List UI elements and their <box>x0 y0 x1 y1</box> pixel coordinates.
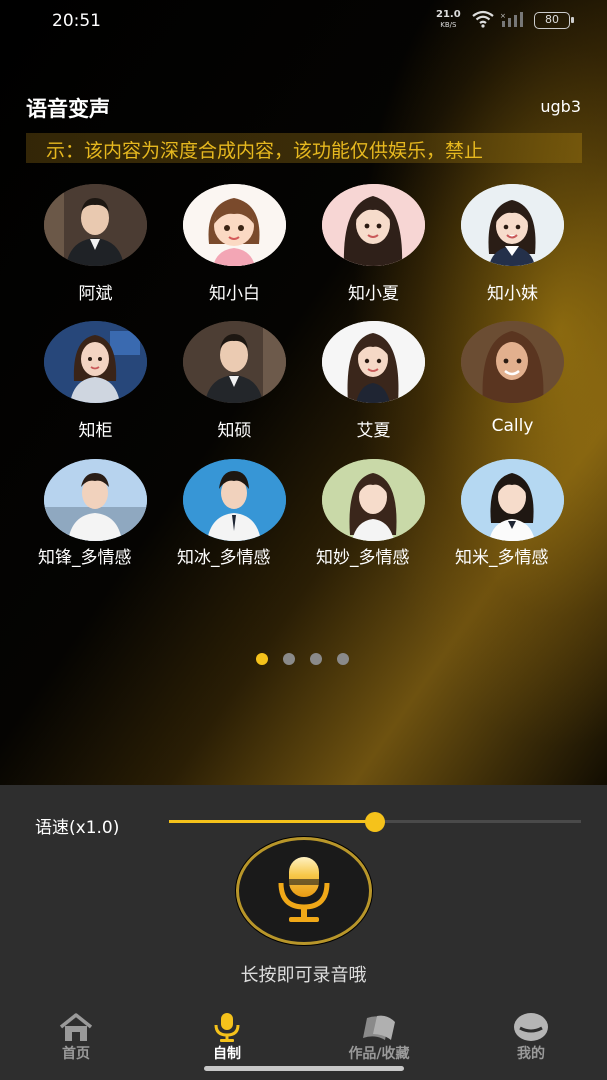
voice-card[interactable]: 知硕 <box>165 321 304 451</box>
voice-avatar <box>44 321 147 403</box>
wifi-icon <box>472 10 494 28</box>
voice-card[interactable]: 知妙_多情感 <box>304 459 443 589</box>
battery-icon: 80 <box>534 12 574 29</box>
speed-label: 语速(x1.0) <box>35 818 120 838</box>
pager-dot[interactable] <box>256 653 268 665</box>
voice-card[interactable]: 艾夏 <box>304 321 443 451</box>
notice-text: 示：该内容为深度合成内容，该功能仅供娱乐，禁止 <box>46 140 484 162</box>
voice-name: 艾夏 <box>356 421 391 441</box>
tab-works[interactable]: 作品/收藏 <box>324 1012 434 1063</box>
tab-create[interactable]: 自制 <box>172 1012 282 1063</box>
network-speed-unit: KB/S <box>440 21 457 29</box>
mic-icon <box>278 857 330 922</box>
voice-avatar <box>183 321 286 403</box>
voice-name: 知米_多情感 <box>455 548 549 568</box>
page-title: 语音变声 <box>26 97 110 121</box>
pager-dot[interactable] <box>310 653 322 665</box>
home-icon <box>59 1013 93 1041</box>
voice-card[interactable]: Cally <box>443 321 582 451</box>
mic-icon <box>214 1013 240 1042</box>
network-speed: 21.0 KB/S <box>436 10 461 30</box>
network-speed-value: 21.0 <box>436 9 461 20</box>
speed-slider-fill <box>169 820 375 823</box>
voice-card[interactable]: 知小妹 <box>443 184 582 314</box>
speed-slider-thumb[interactable] <box>365 812 385 832</box>
voice-avatar <box>322 184 425 266</box>
voice-avatar <box>44 184 147 266</box>
voice-name: 知柜 <box>78 421 113 441</box>
voice-name: 知冰_多情感 <box>177 548 271 568</box>
voice-avatar <box>461 184 564 266</box>
voice-card[interactable]: 知米_多情感 <box>443 459 582 589</box>
signal-icon: × <box>500 12 523 27</box>
tab-home[interactable]: 首页 <box>21 1012 131 1063</box>
voice-name: 知妙_多情感 <box>316 548 410 568</box>
voice-name: 阿斌 <box>78 284 113 304</box>
tab-profile[interactable]: 我的 <box>476 1012 586 1063</box>
voice-name: 知硕 <box>217 421 252 441</box>
tab-label: 自制 <box>213 1046 241 1062</box>
tab-label: 我的 <box>517 1046 545 1062</box>
status-bar: 20:51 21.0 KB/S × 80 <box>0 0 607 44</box>
voice-name: 知锋_多情感 <box>38 548 132 568</box>
voice-avatar <box>183 459 286 541</box>
user-code: ugb3 <box>540 97 581 116</box>
voice-avatar <box>183 184 286 266</box>
voice-card[interactable]: 知冰_多情感 <box>165 459 304 589</box>
pager-dot[interactable] <box>283 653 295 665</box>
voice-name: Cally <box>491 416 534 436</box>
speed-slider[interactable] <box>169 812 581 832</box>
tab-label: 首页 <box>62 1046 90 1062</box>
record-button[interactable] <box>236 837 372 945</box>
voice-card[interactable]: 知柜 <box>26 321 165 451</box>
voice-name: 知小白 <box>209 284 260 304</box>
status-time: 20:51 <box>52 11 101 31</box>
notice-marquee: 示：该内容为深度合成内容，该功能仅供娱乐，禁止 <box>26 133 582 163</box>
pager-dot[interactable] <box>337 653 349 665</box>
voice-card[interactable]: 知小白 <box>165 184 304 314</box>
home-indicator <box>204 1066 404 1071</box>
voice-avatar <box>461 321 564 403</box>
voice-name: 知小妹 <box>487 284 538 304</box>
voice-name: 知小夏 <box>348 284 399 304</box>
works-icon <box>363 1015 395 1040</box>
voice-avatar <box>322 459 425 541</box>
profile-icon <box>514 1013 548 1041</box>
svg-text:×: × <box>500 12 506 20</box>
voice-card[interactable]: 知小夏 <box>304 184 443 314</box>
voice-card[interactable]: 知锋_多情感 <box>26 459 165 589</box>
voice-card[interactable]: 阿斌 <box>26 184 165 314</box>
voice-avatar <box>461 459 564 541</box>
tab-label: 作品/收藏 <box>348 1046 410 1062</box>
voice-avatar <box>44 459 147 541</box>
record-hint: 长按即可录音哦 <box>240 965 367 986</box>
voice-avatar <box>322 321 425 403</box>
